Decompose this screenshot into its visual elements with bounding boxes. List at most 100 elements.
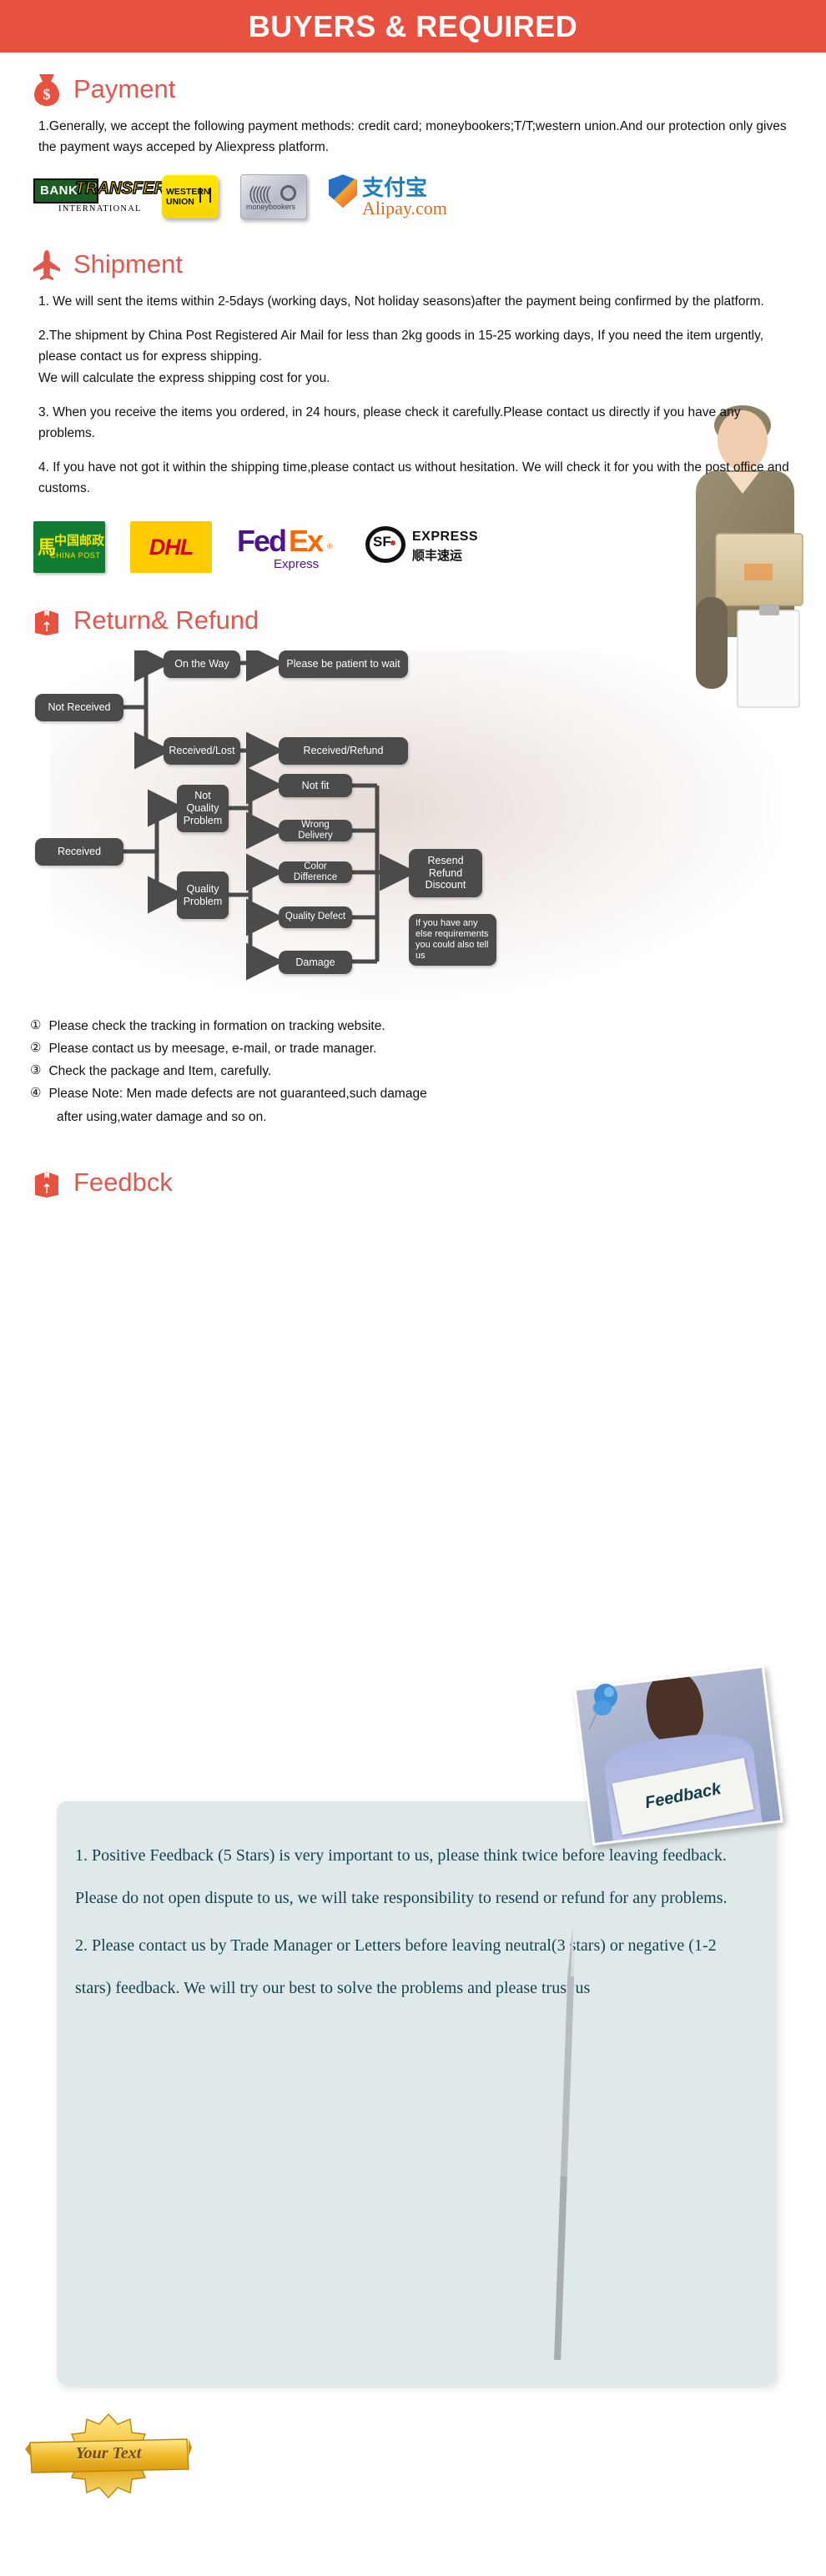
alipay-logo: 支付宝 Alipay.com xyxy=(329,173,462,221)
note-item: ② Please contact us by meesage, e-mail, … xyxy=(30,1038,796,1059)
sf-cn-label: 顺丰速运 xyxy=(412,548,463,564)
flow-node-received[interactable]: Received xyxy=(35,838,123,866)
flow-node-else-requirements[interactable]: If you have any else requirements you co… xyxy=(409,914,496,967)
flow-label: On the Way xyxy=(174,658,229,670)
note-item: ① Please check the tracking in formation… xyxy=(30,1016,796,1037)
flow-label: Resend Refund Discount xyxy=(425,854,466,891)
note-text: Please Note: Men made defects are not gu… xyxy=(48,1087,427,1102)
fedex-fed-label: Fed xyxy=(237,524,287,559)
note-text: Please contact us by meesage, e-mail, or… xyxy=(48,1042,377,1057)
shipment-text-2: 2.The shipment by China Post Registered … xyxy=(38,329,764,364)
flow-node-please-be-patient-to-wait[interactable]: Please be patient to wait xyxy=(279,650,408,679)
note-text: Please check the tracking in formation o… xyxy=(48,1019,385,1034)
sf-inner-label: SF xyxy=(373,534,391,550)
badge-label: Your Text xyxy=(75,2444,142,2463)
bank-transfer-word: TRANSFER xyxy=(74,178,166,198)
flow-label: Wrong Delivery xyxy=(298,819,333,841)
china-post-logo: 馬 中国邮政 CHINA POST xyxy=(33,521,105,574)
airplane-glyph xyxy=(33,250,60,281)
shipment-text-4: 3. When you receive the items you ordere… xyxy=(38,404,741,440)
shipment-text-1: 1. We will sent the items within 2-5days… xyxy=(38,294,764,309)
flow-node-not-quality-problem[interactable]: Not Quality Problem xyxy=(177,785,229,833)
flow-label: Not fit xyxy=(301,779,330,791)
flow-label: Damage xyxy=(295,956,335,968)
gold-starburst-badge: Your Text xyxy=(25,2406,192,2506)
fedex-registered-mark: ® xyxy=(327,542,333,551)
note-continuation: after using,water damage and so on. xyxy=(57,1109,267,1124)
note-number: ① xyxy=(30,1018,42,1033)
flow-label: Quality Defect xyxy=(285,911,346,922)
fedex-ex-label: Ex xyxy=(289,524,324,559)
moneybookers-circle-icon xyxy=(280,185,296,202)
moneybookers-label: moneybookers xyxy=(246,203,296,212)
shipment-text-5: 4. If you have not got it within the shi… xyxy=(38,459,789,495)
note-item: ④ Please Note: Men made defects are not … xyxy=(30,1083,796,1104)
moneybookers-logo: (((((( moneybookers xyxy=(240,174,307,220)
flow-node-on-the-way[interactable]: On the Way xyxy=(164,650,240,679)
wu-bars-icon xyxy=(199,188,211,203)
alipay-shield-icon xyxy=(329,174,357,208)
flow-node-received-refund[interactable]: Received/Refund xyxy=(279,737,408,766)
flow-node-quality-defect[interactable]: Quality Defect xyxy=(279,906,352,929)
page-title: BUYERS & REQUIRED xyxy=(248,8,578,43)
package-box-glyph xyxy=(35,1171,58,1198)
dhl-label: DHL xyxy=(149,534,194,560)
china-post-cn-label: 中国邮政 xyxy=(54,533,105,549)
note-number: ④ xyxy=(30,1086,42,1101)
package-box-icon xyxy=(30,1164,63,1201)
note-number: ③ xyxy=(30,1063,42,1078)
flow-node-damage[interactable]: Damage xyxy=(279,951,352,975)
payment-logo-row: BANK TRANSFER INTERNATIONAL WESTERN UNIO… xyxy=(33,173,826,221)
shipment-text-3: We will calculate the express shipping c… xyxy=(38,370,330,385)
package-box-icon xyxy=(30,602,63,639)
flow-label: Received/Lost xyxy=(169,745,235,757)
return-refund-heading-label: Return& Refund xyxy=(73,605,259,635)
bank-transfer-sub: INTERNATIONAL xyxy=(58,204,142,214)
flow-node-resend-refund-discount[interactable]: Resend Refund Discount xyxy=(409,849,482,898)
payment-heading-label: Payment xyxy=(73,74,176,103)
sf-express-logo: SF EXPRESS 顺丰速运 xyxy=(365,523,482,571)
return-refund-flowchart: Not Received On the Way Please be patien… xyxy=(0,650,826,1002)
alipay-com-label: Alipay.com xyxy=(362,198,447,219)
flow-node-not-fit[interactable]: Not fit xyxy=(279,774,352,798)
flow-label: Received xyxy=(57,846,102,858)
shipment-paragraph-3: 3. When you receive the items you ordere… xyxy=(38,402,793,444)
payment-section-heading: $ Payment xyxy=(30,71,826,108)
feedback-text-block: 1. Positive Feedback (5 Stars) is very i… xyxy=(75,1835,751,2015)
bank-transfer-logo: BANK TRANSFER INTERNATIONAL xyxy=(33,177,167,217)
shipment-paragraph-2: 2.The shipment by China Post Registered … xyxy=(38,325,793,388)
note-item: ③ Check the package and Item, carefully. xyxy=(30,1061,796,1082)
shipment-heading-label: Shipment xyxy=(73,249,183,279)
western-union-logo: WESTERN UNION xyxy=(162,175,219,219)
airplane-icon xyxy=(30,246,63,283)
flow-label: Quality Problem xyxy=(183,882,223,907)
return-refund-notes: ① Please check the tracking in formation… xyxy=(30,1016,796,1127)
wu-line2: UNION xyxy=(166,196,194,207)
sf-express-label: EXPRESS xyxy=(412,530,479,545)
buyer-requirements-page: BUYERS & REQUIRED $ Payment 1.Generally,… xyxy=(0,0,826,2576)
payment-paragraph: 1.Generally, we accept the following pay… xyxy=(38,116,793,158)
note-text: Check the package and Item, carefully. xyxy=(48,1064,272,1079)
shipping-carrier-logo-row: 馬 中国邮政 CHINA POST DHL Fed Ex ® Express S… xyxy=(33,520,826,574)
dhl-logo: DHL xyxy=(130,521,212,574)
flow-node-received-lost[interactable]: Received/Lost xyxy=(164,737,240,766)
note-number: ② xyxy=(30,1041,42,1056)
shipment-paragraph-1: 1. We will sent the items within 2-5days… xyxy=(38,291,793,312)
shipment-paragraph-4: 4. If you have not got it within the shi… xyxy=(38,457,793,499)
flow-node-wrong-delivery[interactable]: Wrong Delivery xyxy=(279,819,352,842)
return-refund-section-heading: Return& Refund xyxy=(30,602,826,639)
page-header: BUYERS & REQUIRED xyxy=(0,0,826,53)
flow-label: Received/Refund xyxy=(303,745,384,757)
flow-label: If you have any else requirements you co… xyxy=(416,918,489,962)
flow-label: Color Difference xyxy=(293,861,338,883)
fedex-express-label: Express xyxy=(274,557,320,572)
feedback-paragraph-1: 1. Positive Feedback (5 Stars) is very i… xyxy=(75,1846,728,1907)
feedback-paragraph-2: 2. Please contact us by Trade Manager or… xyxy=(75,1936,717,1997)
flow-node-color-difference[interactable]: Color Difference xyxy=(279,861,352,884)
flow-node-not-received[interactable]: Not Received xyxy=(35,694,123,722)
shipment-section-heading: Shipment xyxy=(30,246,826,283)
push-pin-icon xyxy=(588,1684,617,1730)
moneybookers-arcs-icon: (((((( xyxy=(249,184,271,204)
flow-label: Not Received xyxy=(48,701,111,714)
flow-node-quality-problem[interactable]: Quality Problem xyxy=(177,871,229,920)
